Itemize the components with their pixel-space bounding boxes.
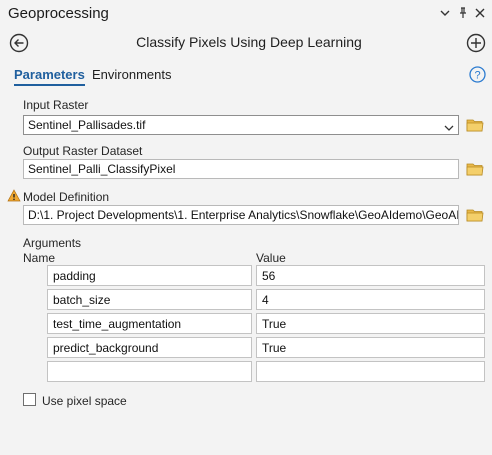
use-pixel-space-checkbox[interactable] [23,393,36,406]
close-icon[interactable] [472,4,488,22]
svg-text:?: ? [474,70,480,82]
output-raster-value: Sentinel_Palli_ClassifyPixel [28,162,176,176]
browse-folder-icon[interactable] [466,118,484,132]
arguments-column-name: Name [23,251,56,265]
warning-icon [7,189,21,202]
use-pixel-space-label[interactable]: Use pixel space [42,394,127,408]
model-definition-field[interactable]: D:\1. Project Developments\1. Enterprise… [23,205,459,225]
model-definition-label: Model Definition [23,190,110,204]
argument-name-cell[interactable]: batch_size [47,289,252,310]
pane-title: Geoprocessing [8,5,109,22]
tab-parameters[interactable]: Parameters [14,67,85,86]
tool-header: Classify Pixels Using Deep Learning [0,28,492,58]
input-raster-combobox[interactable]: Sentinel_Pallisades.tif [23,115,459,135]
input-raster-label: Input Raster [23,98,89,112]
help-icon[interactable]: ? [469,66,486,83]
output-raster-field[interactable]: Sentinel_Palli_ClassifyPixel [23,159,459,179]
tab-bar: Parameters Environments [0,62,492,90]
pane-titlebar: Geoprocessing [0,0,492,28]
argument-value-cell[interactable]: 4 [256,289,485,310]
tool-title: Classify Pixels Using Deep Learning [136,34,362,50]
browse-folder-icon[interactable] [466,208,484,222]
browse-folder-icon[interactable] [466,162,484,176]
back-arrow-icon[interactable] [9,33,29,53]
argument-name-cell[interactable] [47,361,252,382]
argument-name-cell[interactable]: predict_background [47,337,252,358]
argument-name-cell[interactable]: test_time_augmentation [47,313,252,334]
add-icon[interactable] [466,33,486,53]
pin-icon[interactable] [455,4,471,22]
chevron-down-icon[interactable] [437,4,453,22]
arguments-label: Arguments [23,236,82,250]
chevron-down-icon[interactable] [444,121,454,131]
input-raster-value: Sentinel_Pallisades.tif [28,118,146,132]
argument-name-cell[interactable]: padding [47,265,252,286]
argument-value-cell[interactable]: 56 [256,265,485,286]
argument-value-cell[interactable]: True [256,313,485,334]
argument-value-cell[interactable] [256,361,485,382]
geoprocessing-pane: Geoprocessing Classify Pixels Using Deep… [0,0,492,455]
output-raster-label: Output Raster Dataset [23,144,143,158]
argument-value-cell[interactable]: True [256,337,485,358]
arguments-column-value: Value [256,251,286,265]
tab-environments[interactable]: Environments [92,67,171,84]
model-definition-value: D:\1. Project Developments\1. Enterprise… [28,208,459,222]
